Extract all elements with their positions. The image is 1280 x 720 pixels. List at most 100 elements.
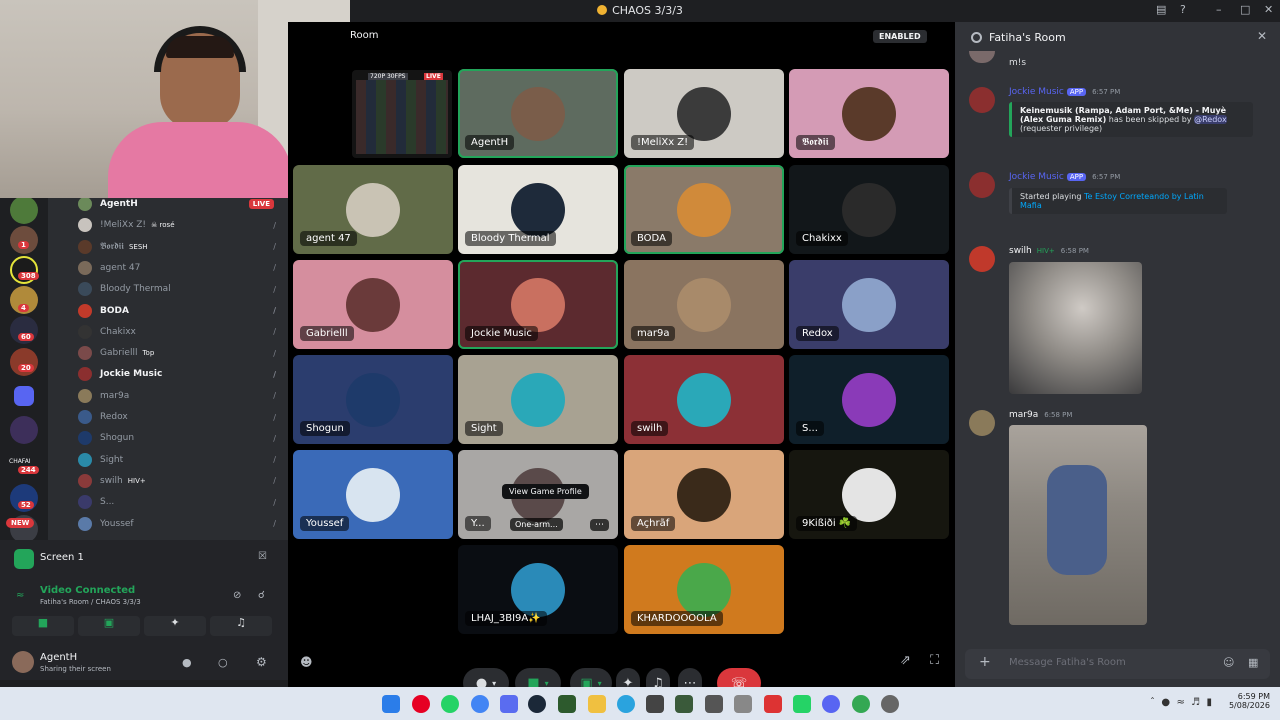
participant-tile[interactable]: Y... One-arm... ⋯ View Game Profile	[458, 450, 618, 539]
participant-tile[interactable]: Chakixx	[789, 165, 949, 254]
disconnect-icon[interactable]: ☌	[258, 590, 265, 601]
participant-tile[interactable]: Bloody Thermal	[458, 165, 618, 254]
participant-tile[interactable]: Jockie Music	[458, 260, 618, 349]
voice-member[interactable]: 𝕭𝖔𝖗𝖉𝖎𝖎 SESH ∕	[78, 237, 288, 257]
voice-member[interactable]: Youssef ∕	[78, 514, 288, 534]
voice-member[interactable]: swilh HIV+ ∕	[78, 471, 288, 491]
voice-member[interactable]: Shogun ∕	[78, 428, 288, 448]
camera-button[interactable]: ■	[12, 616, 74, 636]
participant-tile[interactable]: Redox	[789, 260, 949, 349]
participant-tile[interactable]: LHAJ_3BI9A✨	[458, 545, 618, 634]
pinterest-icon[interactable]	[412, 695, 430, 713]
stop-stream-icon[interactable]: ☒	[258, 551, 267, 562]
clock[interactable]: 6:59 PM 5/08/2026	[1228, 692, 1270, 710]
settings-gear-icon[interactable]	[881, 695, 899, 713]
voice-member[interactable]: Sight ∕	[78, 450, 288, 470]
connection-status[interactable]: Video Connected	[40, 585, 135, 596]
image-attachment[interactable]	[1009, 425, 1147, 625]
participant-tile[interactable]: 9Kißiði ☘️	[789, 450, 949, 539]
voice-member[interactable]: Chakixx ∕	[78, 322, 288, 342]
avatar[interactable]	[969, 172, 995, 198]
server-icon[interactable]	[10, 196, 38, 224]
participant-tile[interactable]: mar9a	[624, 260, 784, 349]
participant-tile[interactable]: Gabrielll	[293, 260, 453, 349]
popout-icon[interactable]: ⇗	[900, 653, 911, 668]
file-explorer-icon[interactable]	[588, 695, 606, 713]
voice-member[interactable]: Bloody Thermal ∕	[78, 279, 288, 299]
minimize-button[interactable]: –	[1216, 3, 1222, 16]
author-name[interactable]: mar9a	[1009, 410, 1038, 420]
microphone-icon[interactable]: ●	[182, 656, 192, 669]
whatsapp-icon[interactable]	[793, 695, 811, 713]
participant-tile[interactable]: swilh	[624, 355, 784, 444]
participant-tile[interactable]: S...	[789, 355, 949, 444]
participant-tile[interactable]: 𝕭𝖔𝖗𝖉𝖎𝖎	[789, 69, 949, 158]
voice-member[interactable]: !MeliXx Z! ☠ rosé ∕	[78, 215, 288, 235]
telegram-icon[interactable]	[617, 695, 635, 713]
inbox-icon[interactable]: ▤	[1156, 3, 1166, 16]
participant-tile[interactable]: agent 47	[293, 165, 453, 254]
participant-tile[interactable]: KHARDOOOOLA	[624, 545, 784, 634]
author-name[interactable]: swilh	[1009, 246, 1032, 256]
voice-member[interactable]: Redox ∕	[78, 407, 288, 427]
activity-badge[interactable]: One-arm...	[510, 518, 563, 531]
avatar[interactable]	[969, 246, 995, 272]
add-attachment-icon[interactable]: +	[979, 654, 991, 670]
voice-member[interactable]: S... ∕	[78, 492, 288, 512]
stream-preview[interactable]: 720P 30FPS LIVE	[352, 70, 452, 158]
maximize-button[interactable]: □	[1240, 3, 1250, 16]
voice-member[interactable]: Gabrielll Top ∕	[78, 343, 288, 363]
activities-button[interactable]: ✦	[144, 616, 206, 636]
signal-icon[interactable]: ≈	[16, 590, 24, 601]
avatar[interactable]	[969, 87, 995, 113]
voice-member[interactable]: agent 47 ∕	[78, 258, 288, 278]
noise-suppression-icon[interactable]: ⊘	[233, 590, 241, 601]
participant-tile[interactable]: Youssef	[293, 450, 453, 539]
app-icon[interactable]	[675, 695, 693, 713]
folder-icon[interactable]	[14, 386, 34, 406]
voice-member[interactable]: Jockie Music ∕	[78, 364, 288, 384]
start-icon[interactable]	[382, 695, 400, 713]
image-attachment[interactable]	[1009, 262, 1142, 394]
avatar[interactable]	[969, 410, 995, 436]
discord-icon[interactable]	[822, 695, 840, 713]
connection-location[interactable]: Fatiha's Room / CHAOS 3/3/3	[40, 598, 141, 606]
system-tray-icons[interactable]: ˆ ● ≈ ♬ ▮	[1150, 697, 1212, 708]
whatsapp-icon[interactable]	[441, 695, 459, 713]
screen-share-button[interactable]: ▣	[78, 616, 140, 636]
steam-icon[interactable]	[528, 695, 546, 713]
soundboard-button[interactable]: ♫	[210, 616, 272, 636]
chrome-icon[interactable]	[852, 695, 870, 713]
author-name[interactable]: Jockie Music	[1009, 87, 1064, 97]
user-mention[interactable]: @Redox	[1194, 115, 1227, 124]
settings-gear-icon[interactable]: ⚙	[256, 655, 267, 669]
app-icon[interactable]	[705, 695, 723, 713]
server-icon[interactable]	[10, 416, 38, 444]
headphones-icon[interactable]: ○	[218, 656, 228, 669]
apps-icon[interactable]: ▦	[1248, 656, 1258, 669]
app-icon[interactable]	[734, 695, 752, 713]
participant-tile[interactable]: Shogun	[293, 355, 453, 444]
emoji-icon[interactable]: ☺	[1223, 656, 1234, 669]
participant-tile[interactable]: Açhrãf	[624, 450, 784, 539]
chrome-icon[interactable]	[471, 695, 489, 713]
app-icon[interactable]	[764, 695, 782, 713]
close-button[interactable]: ✕	[1264, 3, 1273, 16]
voice-member[interactable]: mar9a ∕	[78, 386, 288, 406]
enabled-badge[interactable]: ENABLED	[873, 30, 927, 43]
avatar[interactable]	[12, 651, 34, 673]
server-icon[interactable]	[10, 226, 38, 254]
username[interactable]: AgentH	[40, 652, 77, 663]
participant-tile[interactable]: BODA	[624, 165, 784, 254]
app-icon[interactable]	[500, 695, 518, 713]
participant-tile[interactable]: !MeliXx Z!	[624, 69, 784, 158]
participant-tile[interactable]: AgentH	[458, 69, 618, 158]
app-icon[interactable]	[558, 695, 576, 713]
author-name[interactable]: Jockie Music	[1009, 172, 1064, 182]
help-icon[interactable]: ?	[1180, 3, 1186, 16]
fullscreen-icon[interactable]: ⛶	[930, 653, 939, 668]
invite-icon[interactable]: ☻	[300, 655, 313, 669]
more-icon[interactable]: ⋯	[590, 519, 609, 531]
close-chat-icon[interactable]: ✕	[1257, 29, 1267, 43]
store-icon[interactable]	[646, 695, 664, 713]
